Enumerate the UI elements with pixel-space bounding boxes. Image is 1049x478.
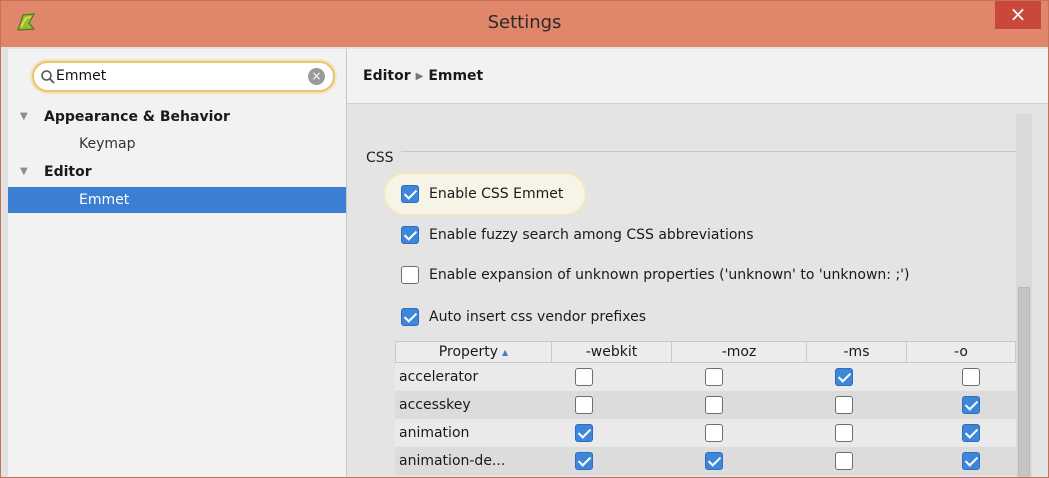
moz-checkbox[interactable] [705,368,723,386]
o-checkbox[interactable] [962,368,980,386]
expand-arrow-icon[interactable]: ▼ [20,159,28,185]
o-checkbox[interactable] [962,396,980,414]
clear-search-icon[interactable]: × [308,68,325,85]
ms-checkbox[interactable] [835,452,853,470]
table-row[interactable]: animation [395,419,1016,447]
ms-checkbox[interactable] [835,368,853,386]
close-button[interactable]: × [995,1,1041,29]
ms-checkbox[interactable] [835,424,853,442]
sort-ascending-icon: ▲ [502,348,509,357]
column-header-ms[interactable]: -ms [807,342,907,362]
section-title-css: CSS [366,150,394,166]
column-header-webkit[interactable]: -webkit [552,342,672,362]
option-label: Enable expansion of unknown properties (… [429,267,910,283]
section-divider [401,151,1016,152]
table-header: Property ▲ -webkit -moz -ms -o [395,341,1016,363]
tree-item-label: Editor [44,164,92,180]
settings-window: Settings × Emmet × ▼ Appearance & Behavi… [0,0,1049,478]
checkbox-icon[interactable] [401,266,419,284]
column-header-moz[interactable]: -moz [672,342,807,362]
checkbox-icon[interactable] [401,308,419,326]
table-row[interactable]: animation-de... [395,447,1016,475]
tree-item-label: Appearance & Behavior [44,109,230,125]
moz-checkbox[interactable] [705,452,723,470]
webkit-checkbox[interactable] [575,368,593,386]
settings-content: Editor ▶ Emmet CSS Enable CSS Emmet Enable… [346,49,1048,477]
expand-arrow-icon[interactable]: ▼ [20,104,28,130]
tree-item-editor[interactable]: ▼ Editor [8,159,346,185]
settings-sidebar: Emmet × ▼ Appearance & Behavior Keymap ▼… [8,49,346,477]
breadcrumb-bar: Editor ▶ Emmet [347,49,1048,104]
option-label: Enable CSS Emmet [429,186,564,202]
breadcrumb: Editor ▶ Emmet [363,68,483,84]
title-bar: Settings × [1,1,1048,47]
property-name: animation [399,425,470,441]
o-checkbox[interactable] [962,452,980,470]
checkbox-icon[interactable] [401,226,419,244]
tree-item-appearance-behavior[interactable]: ▼ Appearance & Behavior [8,104,346,130]
breadcrumb-separator-icon: ▶ [415,71,424,82]
table-row[interactable]: accesskey [395,391,1016,419]
window-title: Settings [487,12,562,33]
moz-checkbox[interactable] [705,396,723,414]
option-label: Enable fuzzy search among CSS abbreviati… [429,227,754,243]
scrollbar-thumb[interactable] [1018,287,1030,477]
column-header-property[interactable]: Property ▲ [396,342,552,362]
tree-item-label: Emmet [79,192,130,208]
webkit-checkbox[interactable] [575,424,593,442]
option-label: Auto insert css vendor prefixes [429,309,647,325]
property-name: animation-de... [399,453,506,469]
search-icon [41,70,55,84]
tree-item-keymap[interactable]: Keymap [8,131,346,157]
ms-checkbox[interactable] [835,396,853,414]
webkit-checkbox[interactable] [575,396,593,414]
property-name: accelerator [399,369,479,385]
o-checkbox[interactable] [962,424,980,442]
webkit-checkbox[interactable] [575,452,593,470]
tree-item-label: Keymap [79,136,136,152]
property-name: accesskey [399,397,471,413]
tree-item-emmet[interactable]: Emmet [8,187,346,213]
moz-checkbox[interactable] [705,424,723,442]
search-query: Emmet [56,68,107,84]
breadcrumb-current: Emmet [428,68,484,84]
checkbox-icon[interactable] [401,185,419,203]
column-header-o[interactable]: -o [907,342,1015,362]
search-input[interactable]: Emmet × [32,61,335,92]
breadcrumb-parent: Editor [363,68,411,84]
table-row[interactable]: accelerator [395,363,1016,391]
